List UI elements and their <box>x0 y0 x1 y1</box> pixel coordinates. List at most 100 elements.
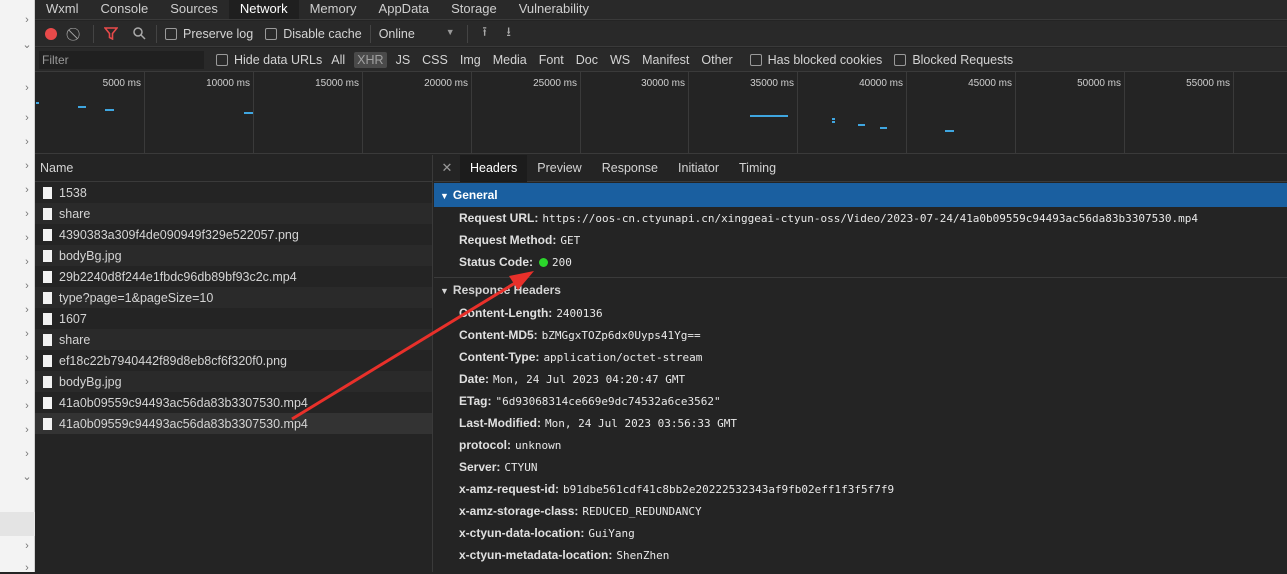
chevron-right-icon[interactable]: › <box>22 400 32 412</box>
chevron-right-icon[interactable]: › <box>22 160 32 172</box>
chevron-right-icon[interactable]: › <box>22 256 32 268</box>
timeline-tick-label: 15000 ms <box>315 78 359 89</box>
table-row-selected[interactable]: 41a0b09559c94493ac56da83b3307530.mp4 <box>35 413 432 434</box>
response-header-row: Content-Length: 2400136 <box>434 302 1287 324</box>
tab-headers[interactable]: Headers <box>460 154 528 182</box>
table-row[interactable]: bodyBg.jpg <box>35 371 432 392</box>
response-header-row: Date: Mon, 24 Jul 2023 04:20:47 GMT <box>434 368 1287 390</box>
chevron-right-icon[interactable]: › <box>22 448 32 460</box>
blocked-requests-checkbox[interactable] <box>894 53 907 66</box>
header-key: protocol: <box>459 438 511 452</box>
devtools-tab-bar: Wxml Console Sources Network Memory AppD… <box>35 0 1287 20</box>
type-filter-doc[interactable]: Doc <box>573 52 601 68</box>
timeline-tick-label: 40000 ms <box>859 78 903 89</box>
filter-icon[interactable] <box>102 25 120 43</box>
chevron-right-icon[interactable]: › <box>22 376 32 388</box>
tab-appdata[interactable]: AppData <box>368 0 441 19</box>
header-key: Content-Length: <box>459 306 553 320</box>
triangle-down-icon: ▼ <box>440 191 449 201</box>
tab-console[interactable]: Console <box>90 0 160 19</box>
request-bar <box>880 127 887 129</box>
header-key: Content-MD5: <box>459 328 538 342</box>
table-row[interactable]: 41a0b09559c94493ac56da83b3307530.mp4 <box>35 392 432 413</box>
type-filter-ws[interactable]: WS <box>607 52 633 68</box>
request-name: share <box>59 332 91 347</box>
close-icon[interactable]: ✕ <box>434 160 460 176</box>
hide-data-urls-checkbox[interactable] <box>216 53 228 66</box>
table-row[interactable]: 1607 <box>35 308 432 329</box>
tab-initiator[interactable]: Initiator <box>668 155 729 182</box>
export-har-icon[interactable]: ⭳ <box>500 24 518 43</box>
chevron-right-icon[interactable]: › <box>22 424 32 436</box>
record-button[interactable] <box>45 27 57 40</box>
timeline-overview[interactable]: 5000 ms 10000 ms 15000 ms 20000 ms 25000… <box>35 72 1287 154</box>
table-row[interactable]: ef18c22b7940442f89d8eb8cf6f320f0.png <box>35 350 432 371</box>
type-filter-xhr[interactable]: XHR <box>354 51 387 68</box>
devtools-panel: Wxml Console Sources Network Memory AppD… <box>35 0 1287 572</box>
import-har-icon[interactable]: ⭱ <box>476 24 494 43</box>
type-filter-all[interactable]: All <box>328 52 348 68</box>
chevron-right-icon[interactable]: › <box>22 280 32 292</box>
preserve-log-label: Preserve log <box>183 26 254 41</box>
throttling-select[interactable]: Online ▼ <box>379 27 459 41</box>
general-section-header[interactable]: ▼ General <box>434 183 1287 207</box>
tab-network[interactable]: Network <box>228 0 299 19</box>
type-filter-css[interactable]: CSS <box>419 52 451 68</box>
request-bar <box>105 109 114 111</box>
timeline-gridline <box>906 72 907 154</box>
type-filter-manifest[interactable]: Manifest <box>639 52 692 68</box>
type-filter-other[interactable]: Other <box>698 52 735 68</box>
chevron-right-icon[interactable]: › <box>22 82 32 94</box>
disable-cache-checkbox[interactable] <box>265 27 278 40</box>
chevron-right-icon[interactable]: › <box>22 184 32 196</box>
type-filter-media[interactable]: Media <box>490 52 530 68</box>
tab-sources[interactable]: Sources <box>159 0 229 19</box>
dropdown-arrow-icon: ▼ <box>445 26 455 37</box>
file-icon <box>43 228 52 241</box>
filter-input[interactable]: Filter <box>39 50 204 69</box>
chevron-right-icon[interactable]: › <box>22 352 32 364</box>
name-column-header[interactable]: Name <box>35 155 432 182</box>
table-row[interactable]: 4390383a309f4de090949f329e522057.png <box>35 224 432 245</box>
tab-timing[interactable]: Timing <box>729 155 786 182</box>
response-headers-section-header[interactable]: ▼ Response Headers <box>434 278 1287 302</box>
table-row[interactable]: type?page=1&pageSize=10 <box>35 287 432 308</box>
table-row[interactable]: share <box>35 329 432 350</box>
response-header-row: x-amz-request-id: b91dbe561cdf41c8bb2e202… <box>434 478 1287 500</box>
chevron-right-icon[interactable]: › <box>22 208 32 220</box>
chevron-right-icon[interactable]: › <box>22 136 32 148</box>
type-filter-font[interactable]: Font <box>536 52 567 68</box>
editor-gutter: › ⌄ › › › › › › › › › › › › › › › › ⌄ › … <box>0 0 35 574</box>
search-icon[interactable] <box>130 25 148 43</box>
tab-vulnerability[interactable]: Vulnerability <box>508 0 600 19</box>
chevron-right-icon[interactable]: › <box>22 112 32 124</box>
chevron-right-icon[interactable]: › <box>22 328 32 340</box>
timeline-gridline <box>1233 72 1234 154</box>
tab-preview[interactable]: Preview <box>527 155 591 182</box>
type-filter-js[interactable]: JS <box>393 52 414 68</box>
chevron-down-icon[interactable]: ⌄ <box>22 38 32 51</box>
chevron-right-icon[interactable]: › <box>22 562 32 574</box>
tab-wxml[interactable]: Wxml <box>35 0 90 19</box>
tab-storage[interactable]: Storage <box>440 0 508 19</box>
clear-icon[interactable]: ⃠ <box>67 25 85 43</box>
request-name: 41a0b09559c94493ac56da83b3307530.mp4 <box>59 416 308 431</box>
chevron-down-icon[interactable]: ⌄ <box>22 470 32 483</box>
tab-memory[interactable]: Memory <box>299 0 368 19</box>
tab-response[interactable]: Response <box>592 155 668 182</box>
request-url-row: Request URL: https://oos-cn.ctyunapi.cn/x… <box>434 207 1287 229</box>
chevron-right-icon[interactable]: › <box>22 540 32 552</box>
chevron-right-icon[interactable]: › <box>22 14 32 26</box>
timeline-tick-label: 55000 ms <box>1186 78 1230 89</box>
preserve-log-checkbox[interactable] <box>165 27 177 40</box>
response-headers-title: Response Headers <box>452 283 561 297</box>
table-row[interactable]: bodyBg.jpg <box>35 245 432 266</box>
has-blocked-cookies-checkbox[interactable] <box>749 53 762 66</box>
chevron-right-icon[interactable]: › <box>22 304 32 316</box>
type-filter-img[interactable]: Img <box>457 52 484 68</box>
table-row[interactable]: share <box>35 203 432 224</box>
table-row[interactable]: 29b2240d8f244e1fbdc96db89bf93c2c.mp4 <box>35 266 432 287</box>
table-row[interactable]: 1538 <box>35 182 432 203</box>
chevron-right-icon[interactable]: › <box>22 232 32 244</box>
request-bar <box>36 102 39 104</box>
